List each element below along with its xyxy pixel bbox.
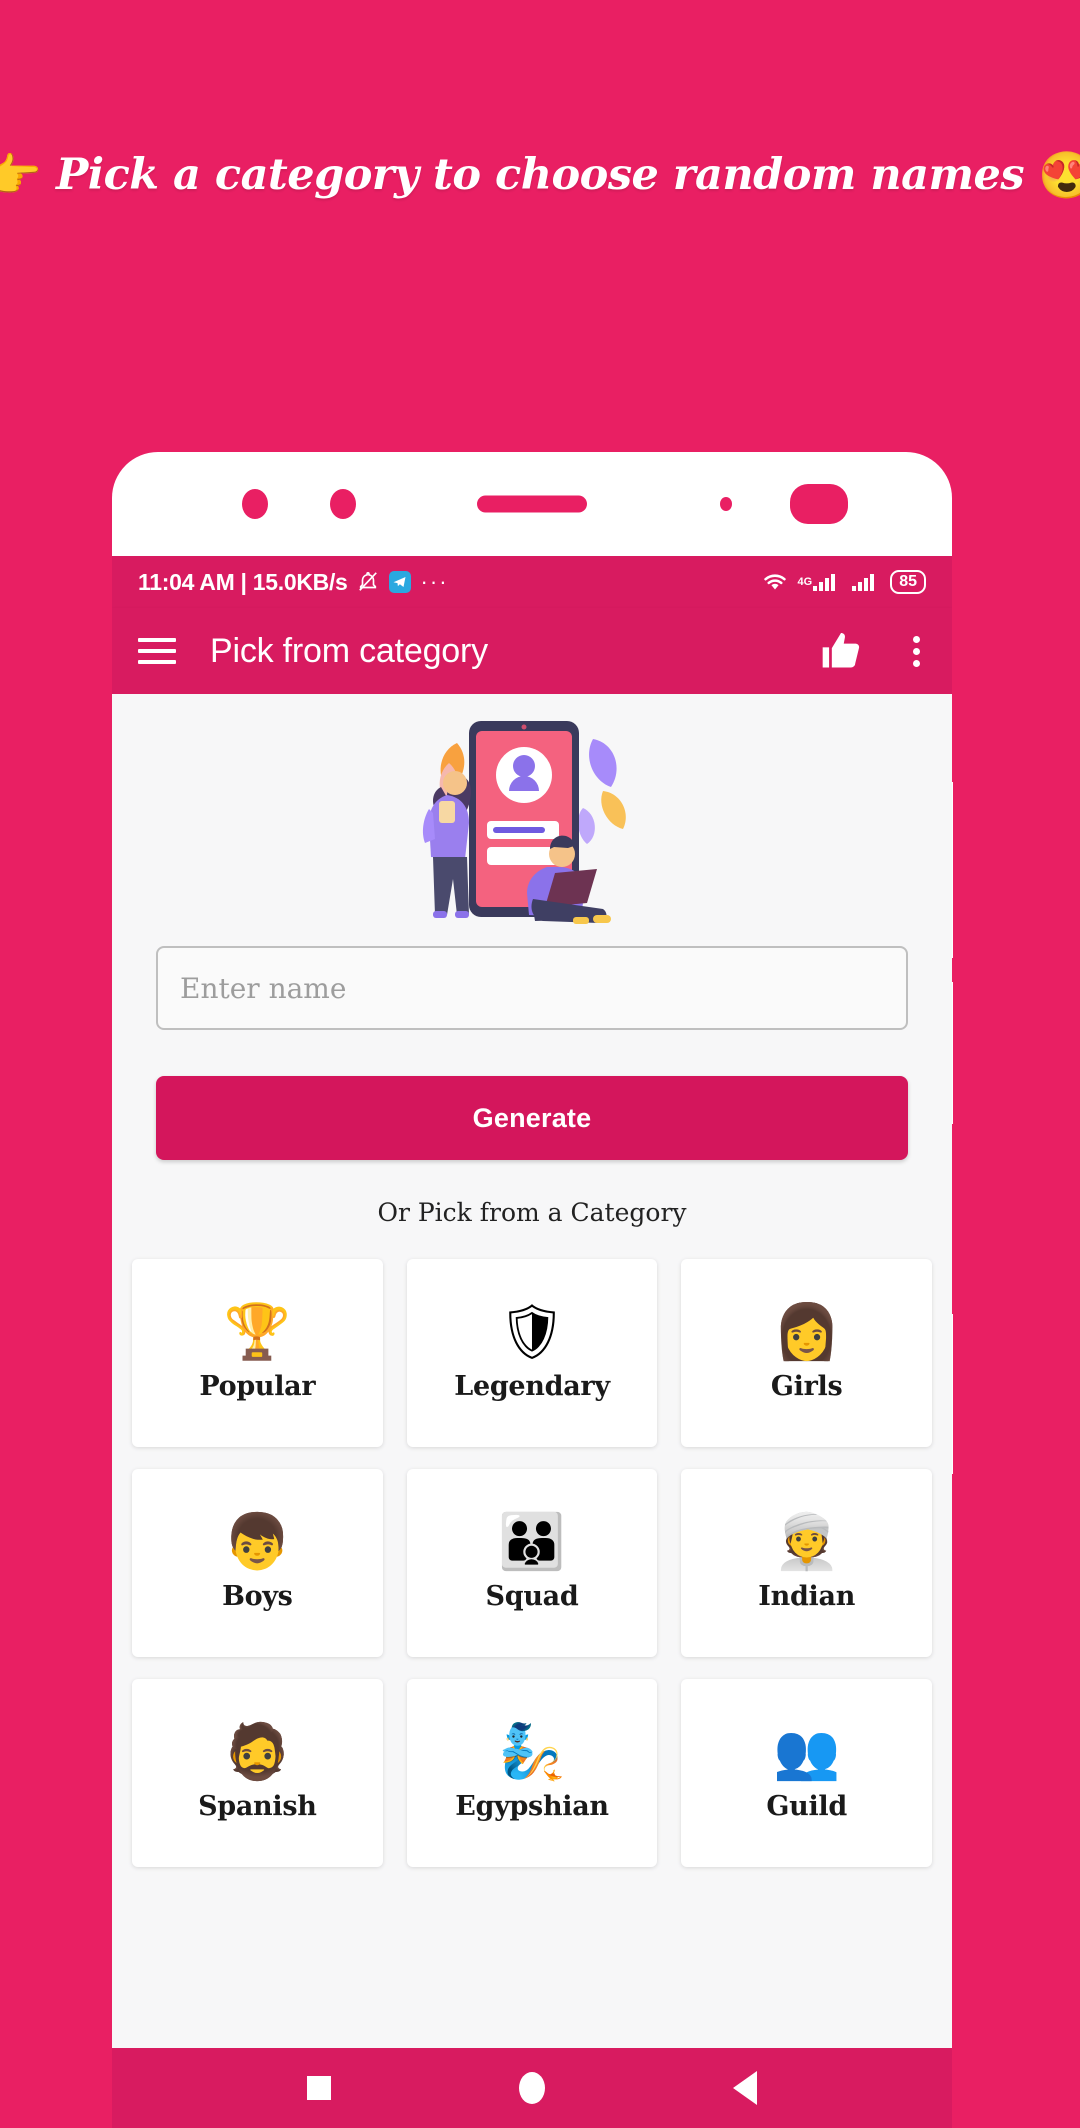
name-input[interactable] [156,946,908,1030]
promo-headline: 👉 Pick a category to choose random names… [0,150,1080,200]
or-pick-label: Or Pick from a Category [377,1198,687,1227]
turban-icon: 👳 [773,1511,841,1572]
front-camera-icon [790,484,848,524]
category-label: Popular [199,1370,316,1402]
heart-eyes-icon: 😍 [1038,149,1080,201]
generate-button[interactable]: Generate [156,1076,908,1160]
category-card-girls[interactable]: 👩 Girls [681,1259,932,1447]
category-card-popular[interactable]: 🏆 Popular [132,1259,383,1447]
app-bar: Pick from category [112,608,952,694]
profile-signup-illustration [422,721,626,924]
camera-dot-left-icon [242,489,268,519]
category-label: Boys [222,1580,293,1612]
wifi-icon [761,571,789,593]
category-label: Girls [770,1370,843,1402]
circle-home-icon[interactable] [519,2072,545,2104]
square-recents-icon[interactable] [307,2076,331,2100]
category-card-squad[interactable]: 👪 Squad [406,1469,658,1657]
signal-bars-primary-icon: 4G [798,572,843,592]
camera-dot-right-icon [330,489,356,519]
sombrero-mustache-icon: 🧔 [223,1721,291,1782]
kebab-menu-icon[interactable] [913,635,920,667]
phone-mockup: 11:04 AM | 15.0KB/s ··· 4G 85 Pick from … [112,452,953,2128]
promo-headline-text: Pick a category to choose random names [55,150,1025,200]
status-overflow-dots: ··· [420,569,449,595]
pharaoh-icon: 🧞 [498,1721,566,1782]
category-card-boys[interactable]: 👦 Boys [132,1469,383,1657]
status-bar: 11:04 AM | 15.0KB/s ··· 4G 85 [112,556,952,608]
hero-illustration [112,694,952,946]
category-card-legendary[interactable]: 🛡 Legendary [406,1259,658,1447]
thumbs-up-icon[interactable] [819,629,863,673]
telegram-icon [388,570,412,594]
category-label: Squad [485,1580,579,1612]
category-label: Spanish [198,1790,317,1822]
signal-bars-secondary-icon [851,572,881,592]
page-title: Pick from category [210,631,488,670]
boy-icon: 👦 [223,1511,291,1572]
status-time-and-speed: 11:04 AM | 15.0KB/s [138,568,348,595]
phone-screen: 11:04 AM | 15.0KB/s ··· 4G 85 Pick from … [112,556,952,2128]
network-type-label: 4G [797,575,813,588]
category-label: Legendary [454,1370,610,1402]
category-label: Indian [758,1580,856,1612]
category-card-indian[interactable]: 👳 Indian [681,1469,932,1657]
bell-slash-icon [357,571,379,593]
hamburger-menu-icon[interactable] [138,638,176,664]
woman-icon: 👩 [773,1301,841,1362]
android-navigation-bar [112,2048,952,2128]
category-label: Guild [766,1790,847,1822]
battery-indicator: 85 [890,569,926,595]
sensor-dot-icon [720,497,732,511]
category-card-egypshian[interactable]: 🧞 Egypshian [406,1679,658,1867]
category-label: Egypshian [455,1790,609,1822]
category-grid: 🏆 Popular 🛡 Legendary 👩 Girls 👦 Boys 👪 S… [112,1259,952,1867]
generator-form: Generate Or Pick from a Category [112,946,952,1227]
category-card-spanish[interactable]: 🧔 Spanish [132,1679,383,1867]
trophy-icon: 🏆 [223,1301,291,1362]
people-group-icon: 👥 [773,1721,841,1782]
earpiece-speaker-icon [477,495,587,513]
shield-swords-icon: 🛡 [497,1301,567,1362]
triangle-back-icon[interactable] [733,2071,757,2105]
pointing-right-icon: 👉 [0,149,42,201]
phone-bezel [112,452,952,556]
group-sparkle-icon: 👪 [498,1511,566,1572]
category-card-guild[interactable]: 👥 Guild [681,1679,932,1867]
